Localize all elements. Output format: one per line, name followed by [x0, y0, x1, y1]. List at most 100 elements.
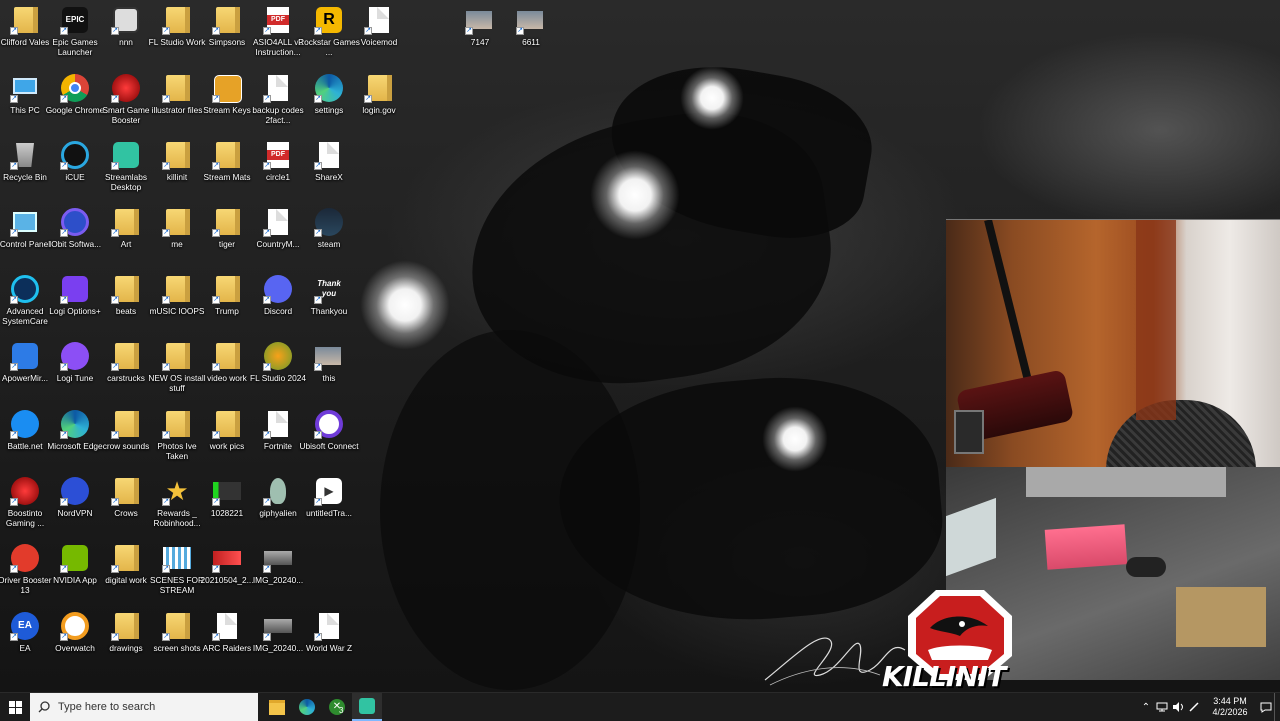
desktop-icon[interactable]: ▶ ↗ untitledTra... — [304, 477, 354, 541]
desktop-icon[interactable]: ↗ crow sounds — [101, 410, 151, 474]
desktop-icon[interactable]: ↗ Ubisoft Connect — [299, 410, 359, 474]
desktop-icon[interactable]: ↗ Crows — [101, 477, 151, 541]
shortcut-arrow-icon: ↗ — [10, 363, 18, 371]
desktop-icon[interactable]: ↗ 7147 — [455, 6, 505, 70]
desktop-icon[interactable]: ↗ ARC Raiders — [202, 612, 252, 676]
desktop-icon[interactable]: ↗ Boostinto Gaming ... — [0, 477, 50, 541]
desktop-icon[interactable]: ↗ World War Z — [304, 612, 354, 676]
desktop-icon[interactable]: ↗ 6611 — [506, 6, 556, 70]
shortcut-arrow-icon: ↗ — [10, 431, 18, 439]
desktop-icon[interactable]: ↗ NordVPN — [50, 477, 100, 541]
desktop-icon[interactable]: ↗ Stream Mats — [202, 141, 252, 205]
start-button[interactable] — [0, 693, 30, 721]
desktop-icon[interactable]: ↗ drawings — [101, 612, 151, 676]
shortcut-arrow-icon: ↗ — [263, 565, 271, 573]
desktop-icon[interactable]: ↗ tiger — [202, 208, 252, 272]
taskbar-streamlabs[interactable] — [352, 693, 382, 721]
chevron-up-icon[interactable]: ⌃ — [1138, 693, 1154, 721]
recycle-bin-icon — [16, 143, 34, 167]
desktop-icon[interactable]: ↗ screen shots — [152, 612, 202, 676]
desktop-icon[interactable]: ↗ Voicemod — [354, 6, 404, 70]
desktop-icon[interactable]: ↗ Trump — [202, 275, 252, 339]
desktop-icon[interactable]: ↗ CountryM... — [253, 208, 303, 272]
desktop-icon[interactable]: ↗ Simpsons — [202, 6, 252, 70]
desktop-icon[interactable]: ↗ Driver Booster 13 — [0, 544, 52, 608]
desktop-icon[interactable]: PDF ↗ circle1 — [253, 141, 303, 205]
desktop-icon[interactable]: ↗ IMG_20240... — [253, 612, 303, 676]
desktop-icon[interactable]: Thank you ↗ Thankyou — [304, 275, 354, 339]
folder-icon — [269, 699, 285, 715]
desk-monitor — [1026, 467, 1226, 497]
taskbar-clock[interactable]: 3:44 PM 4/2/2026 — [1208, 696, 1252, 718]
desktop-icon[interactable]: PDF ↗ ASIO4ALL v2 Instruction... — [253, 6, 303, 70]
desktop-icon[interactable]: ↗ Battle.net — [0, 410, 50, 474]
desktop-icon[interactable]: ↗ Recycle Bin — [0, 141, 50, 205]
desktop-icon[interactable]: ↗ illustrator files — [152, 74, 202, 138]
desktop-icon[interactable]: ↗ Advanced SystemCare — [0, 275, 50, 339]
desktop-icon[interactable]: ↗ this — [304, 342, 354, 406]
desktop-icon[interactable]: EA ↗ EA — [0, 612, 50, 676]
desktop-icon[interactable]: ↗ NVIDIA App — [50, 544, 100, 608]
desktop-icon[interactable]: ↗ FL Studio Work — [149, 6, 205, 70]
desktop-icon[interactable]: ↗ ShareX — [304, 141, 354, 205]
desktop-icon[interactable]: ↗ FL Studio 2024 — [250, 342, 306, 406]
desktop-icon[interactable]: ↗ Photos Ive Taken — [152, 410, 202, 474]
xbox-badge: 3 — [339, 706, 344, 715]
shortcut-arrow-icon: ↗ — [111, 27, 119, 35]
desktop-icon[interactable]: ↗ 20210504_2... — [200, 544, 254, 608]
desktop-icon[interactable]: ↗ Art — [101, 208, 151, 272]
desktop-icon[interactable]: ↗ 1028221 — [202, 477, 252, 541]
desktop-icon[interactable]: ↗ beats — [101, 275, 151, 339]
show-desktop-button[interactable] — [1274, 693, 1280, 721]
desktop-icon[interactable]: ↗ settings — [304, 74, 354, 138]
desktop-icon[interactable]: ↗ video work — [202, 342, 252, 406]
desktop-icon[interactable]: ↗ Logi Tune — [50, 342, 100, 406]
taskbar-xbox[interactable]: ✕ 3 — [322, 693, 352, 721]
desktop-icon[interactable]: ↗ Smart Game Booster — [101, 74, 151, 138]
shortcut-arrow-icon: ↗ — [162, 498, 170, 506]
desktop-icon[interactable]: ↗ This PC — [0, 74, 50, 138]
desktop-icon[interactable]: ↗ carstrucks — [101, 342, 151, 406]
desktop-icon[interactable]: EPIC ↗ Epic Games Launcher — [50, 6, 100, 70]
shortcut-arrow-icon: ↗ — [111, 95, 119, 103]
desktop-icon[interactable]: ↗ Streamlabs Desktop — [101, 141, 151, 205]
taskbar-edge[interactable] — [292, 693, 322, 721]
desktop-icon[interactable]: ↗ Google Chrome — [46, 74, 104, 138]
desktop-icon[interactable]: ↗ Logi Options+ — [49, 275, 101, 339]
desktop-icon[interactable]: ↗ iCUE — [50, 141, 100, 205]
volume-icon[interactable] — [1170, 693, 1186, 721]
shortcut-arrow-icon: ↗ — [60, 633, 68, 641]
desktop-icon[interactable]: ↗ NEW OS install stuff — [148, 342, 206, 406]
desktop-icon[interactable]: ↗ Clifford Vales — [0, 6, 50, 70]
desktop-icon[interactable]: ★ ↗ Rewards _ Robinhood... — [152, 477, 202, 541]
desktop-icon[interactable]: ↗ me — [152, 208, 202, 272]
desktop-icon[interactable]: ↗ ApowerMir... — [0, 342, 50, 406]
desktop-icon[interactable]: ↗ SCENES FOR STREAM — [150, 544, 204, 608]
desktop-icon[interactable]: ↗ Stream Keys — [202, 74, 252, 138]
taskbar-search-box[interactable]: Type here to search — [30, 693, 258, 721]
shortcut-arrow-icon: ↗ — [465, 27, 473, 35]
desktop-icon[interactable]: ↗ killinit — [152, 141, 202, 205]
desktop-icon[interactable]: R ↗ Rockstar Games ... — [298, 6, 360, 70]
desktop-icon[interactable]: ↗ IMG_20240... — [253, 544, 303, 608]
desktop-icon[interactable]: ↗ Fortnite — [253, 410, 303, 474]
desktop-icon[interactable]: ↗ work pics — [202, 410, 252, 474]
desktop-icon[interactable]: ↗ Overwatch — [50, 612, 100, 676]
desktop-icon[interactable]: ↗ Control Panel — [0, 208, 50, 272]
desktop-icon[interactable]: ↗ Discord — [253, 275, 303, 339]
shortcut-arrow-icon: ↗ — [212, 162, 220, 170]
network-icon[interactable] — [1154, 693, 1170, 721]
desktop-icon-label: Ubisoft Connect — [299, 441, 359, 451]
taskbar-file-explorer[interactable] — [262, 693, 292, 721]
desktop-icon[interactable]: ↗ IObit Softwa... — [49, 208, 101, 272]
pen-icon[interactable] — [1186, 693, 1202, 721]
desktop-icon[interactable]: ↗ nnn — [101, 6, 151, 70]
desktop-icon[interactable]: ↗ login.gov — [354, 74, 404, 138]
desktop-icon[interactable]: ↗ mUSIC lOOPS — [150, 275, 204, 339]
notification-icon[interactable] — [1258, 693, 1274, 721]
desktop-icon[interactable]: ↗ steam — [304, 208, 354, 272]
desktop-icon[interactable]: ↗ digital work — [101, 544, 151, 608]
desktop-icon[interactable]: ↗ giphyalien — [253, 477, 303, 541]
desktop-icon[interactable]: ↗ Microsoft Edge — [47, 410, 103, 474]
desktop-icon[interactable]: ↗ backup codes 2fact... — [252, 74, 304, 138]
